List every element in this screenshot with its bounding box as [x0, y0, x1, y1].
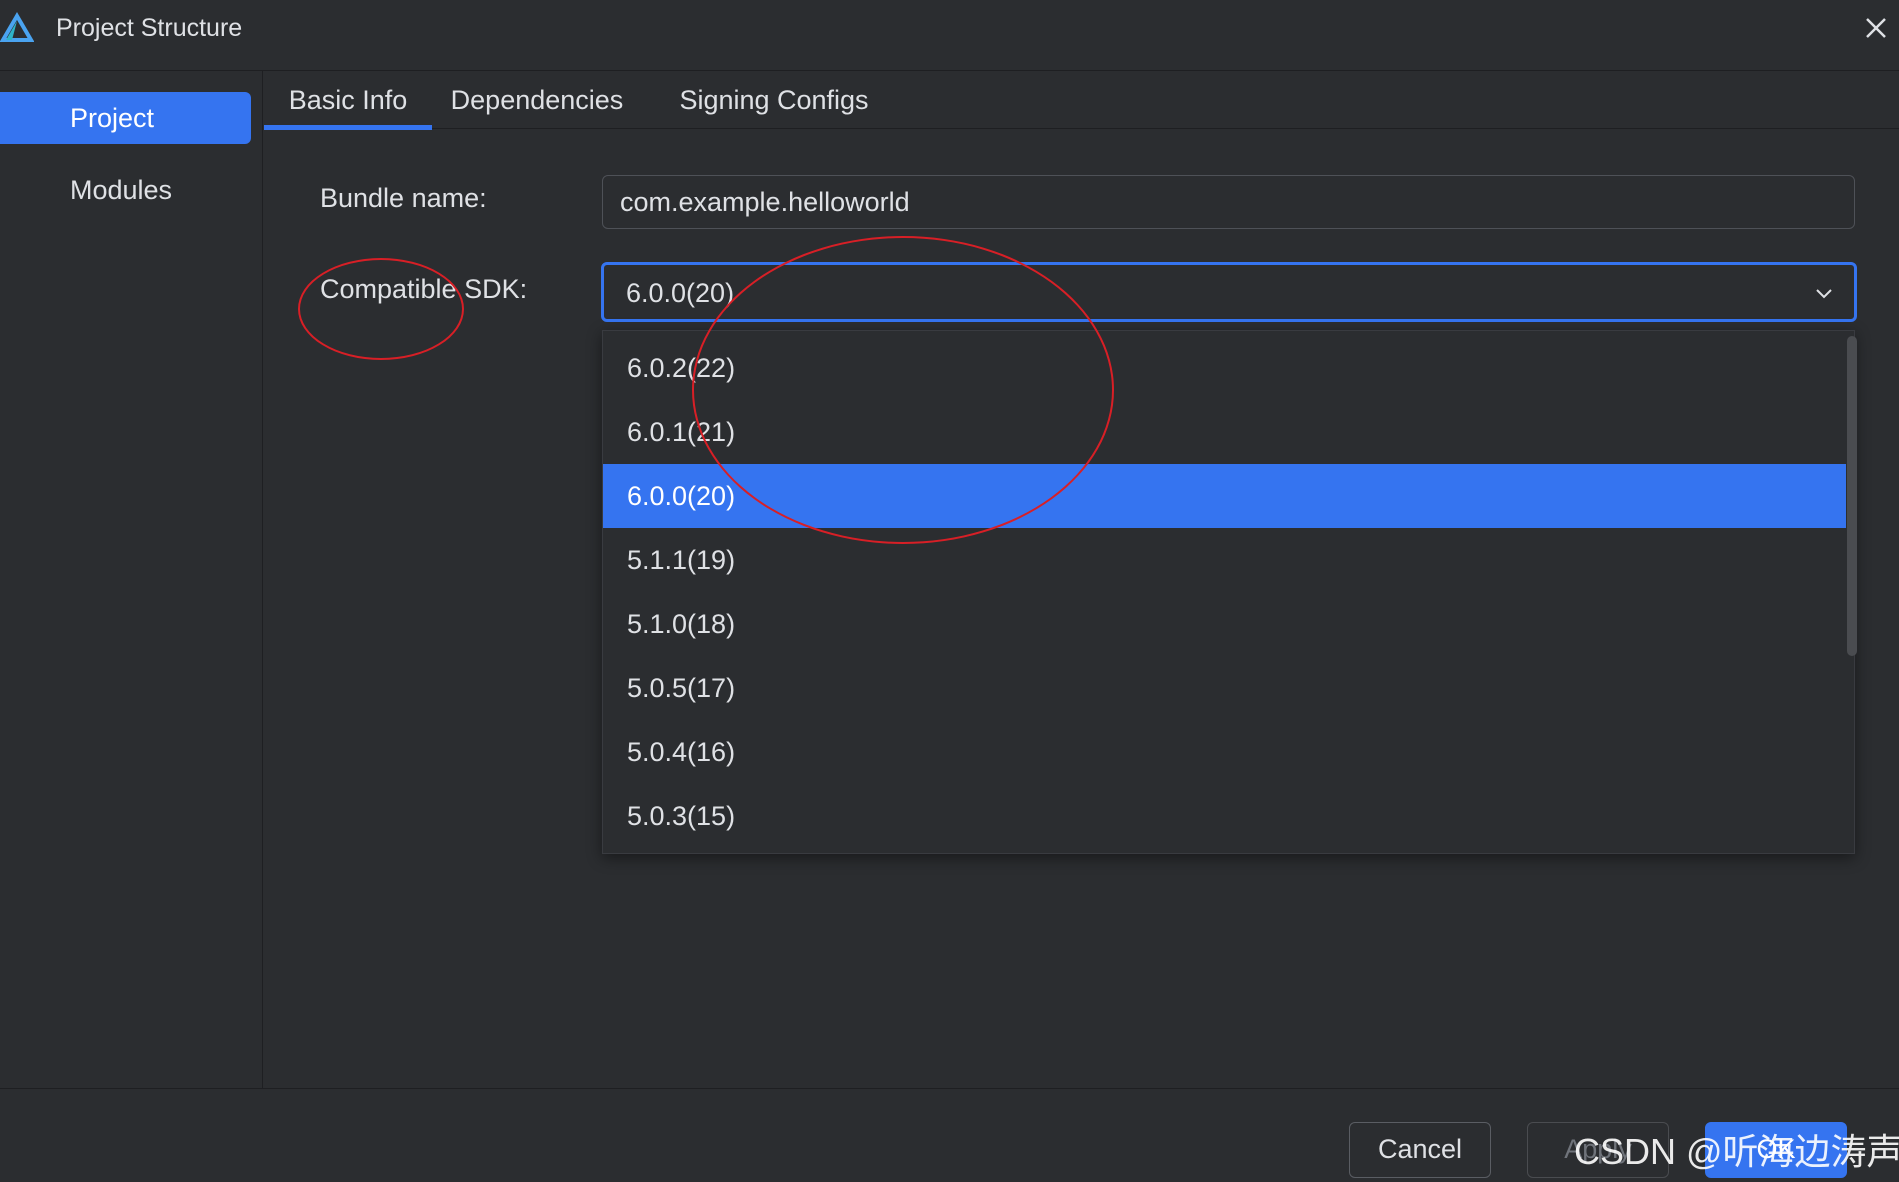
- sdk-option[interactable]: 5.1.0(18): [603, 592, 1846, 656]
- sidebar-item-modules[interactable]: Modules: [0, 164, 251, 216]
- sidebar: Project Modules: [0, 71, 263, 1088]
- tab-basic-info[interactable]: Basic Info: [264, 71, 432, 130]
- deveco-logo-icon: [0, 12, 34, 42]
- window-title: Project Structure: [56, 14, 243, 42]
- sidebar-item-project[interactable]: Project: [0, 92, 251, 144]
- dropdown-scrollbar[interactable]: [1847, 336, 1857, 656]
- sdk-option[interactable]: 6.0.1(21): [603, 400, 1846, 464]
- sdk-option[interactable]: 5.0.4(16): [603, 720, 1846, 784]
- sdk-dropdown-list: 6.0.2(22) 6.0.1(21) 6.0.0(20) 5.1.1(19) …: [602, 330, 1857, 854]
- footer-divider: [0, 1088, 1899, 1089]
- bundle-name-input[interactable]: [602, 175, 1855, 229]
- bundle-name-label: Bundle name:: [320, 183, 487, 213]
- sdk-option[interactable]: 6.0.2(22): [603, 336, 1846, 400]
- title-bar: Project Structure: [0, 0, 1899, 71]
- sdk-option[interactable]: 5.1.1(19): [603, 528, 1846, 592]
- tab-signing-configs[interactable]: Signing Configs: [674, 71, 874, 129]
- compatible-sdk-label: Compatible SDK:: [320, 274, 528, 304]
- tab-dependencies[interactable]: Dependencies: [446, 71, 628, 129]
- sdk-selected-value: 6.0.0(20): [626, 278, 735, 308]
- sdk-option[interactable]: 5.0.3(15): [603, 784, 1846, 848]
- watermark-text: CSDN @听海边涛声: [1574, 1131, 1899, 1172]
- sdk-option-selected[interactable]: 6.0.0(20): [603, 464, 1846, 528]
- chevron-down-icon: [1816, 289, 1832, 299]
- close-icon[interactable]: [1862, 14, 1890, 42]
- tab-bar: Basic Info Dependencies Signing Configs: [264, 71, 1899, 130]
- sdk-option[interactable]: 5.0.5(17): [603, 656, 1846, 720]
- compatible-sdk-select[interactable]: 6.0.0(20): [601, 262, 1857, 322]
- cancel-button[interactable]: Cancel: [1349, 1122, 1491, 1178]
